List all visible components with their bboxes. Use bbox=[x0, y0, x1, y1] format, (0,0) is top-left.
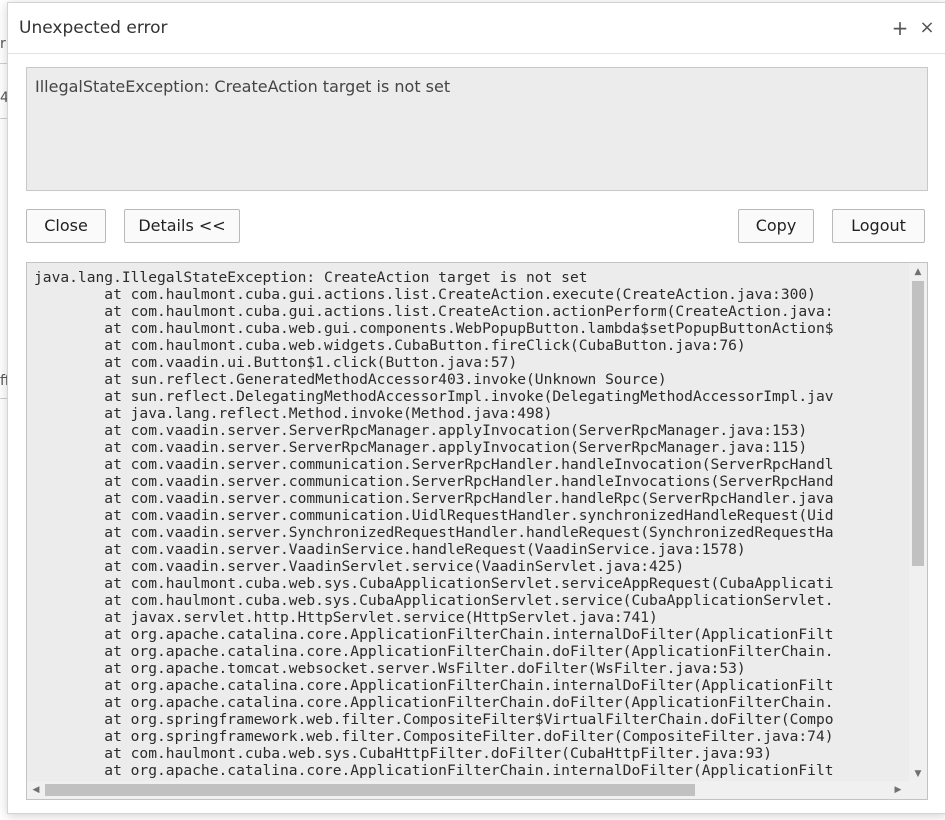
stacktrace-line: at com.haulmont.cuba.web.sys.CubaApplica… bbox=[34, 592, 834, 609]
stacktrace-line: at org.springframework.web.filter.Compos… bbox=[34, 711, 834, 728]
stacktrace-line: at java.lang.reflect.Method.invoke(Metho… bbox=[34, 405, 553, 422]
dialog-header[interactable]: Unexpected error + × bbox=[8, 3, 945, 54]
stacktrace-line: at org.apache.catalina.core.ApplicationF… bbox=[34, 762, 834, 779]
stacktrace-line: at sun.reflect.GeneratedMethodAccessor40… bbox=[34, 371, 667, 388]
error-message-box: IllegalStateException: CreateAction targ… bbox=[26, 67, 928, 191]
horizontal-scroll-thumb[interactable] bbox=[45, 784, 695, 796]
vertical-scroll-thumb[interactable] bbox=[912, 281, 924, 566]
error-dialog: Unexpected error + × IllegalStateExcepti… bbox=[7, 2, 945, 814]
stacktrace-line: at com.vaadin.server.SynchronizedRequest… bbox=[34, 524, 834, 541]
stacktrace-line: at com.vaadin.server.VaadinService.handl… bbox=[34, 541, 746, 558]
stacktrace-line: at org.springframework.web.filter.Compos… bbox=[34, 728, 834, 745]
stacktrace-line: at com.vaadin.server.communication.Serve… bbox=[34, 473, 834, 490]
arrow-left-icon[interactable]: ◀ bbox=[29, 781, 43, 799]
stacktrace-line: at org.apache.catalina.core.ApplicationF… bbox=[34, 694, 834, 711]
stacktrace-line: at org.apache.catalina.core.ApplicationF… bbox=[34, 626, 834, 643]
stacktrace-line: at com.vaadin.server.communication.Serve… bbox=[34, 490, 834, 507]
stacktrace-area[interactable]: java.lang.IllegalStateException: CreateA… bbox=[26, 262, 928, 800]
stacktrace-line: at sun.reflect.DelegatingMethodAccessorI… bbox=[34, 388, 834, 405]
arrow-down-icon[interactable]: ▼ bbox=[909, 767, 927, 781]
stacktrace-line: at com.vaadin.server.communication.UidlR… bbox=[34, 507, 834, 524]
stacktrace-line: at com.vaadin.server.communication.Serve… bbox=[34, 456, 834, 473]
copy-button[interactable]: Copy bbox=[738, 209, 814, 243]
stacktrace-line: at com.vaadin.server.ServerRpcManager.ap… bbox=[34, 422, 808, 439]
stacktrace-line: at org.apache.tomcat.websocket.server.Ws… bbox=[34, 660, 746, 677]
stacktrace-line: at com.haulmont.cuba.gui.actions.list.Cr… bbox=[34, 286, 816, 303]
logout-button[interactable]: Logout bbox=[832, 209, 925, 243]
stacktrace-line: at com.haulmont.cuba.web.widgets.CubaBut… bbox=[34, 337, 746, 354]
stacktrace-line: at com.haulmont.cuba.web.sys.CubaHttpFil… bbox=[34, 745, 773, 762]
stacktrace-viewport[interactable]: java.lang.IllegalStateException: CreateA… bbox=[27, 263, 909, 781]
stacktrace-line: at com.vaadin.server.VaadinServlet.servi… bbox=[34, 558, 685, 575]
stacktrace-line: at org.apache.catalina.core.ApplicationF… bbox=[34, 643, 834, 660]
stacktrace-text[interactable]: java.lang.IllegalStateException: CreateA… bbox=[27, 263, 909, 779]
stacktrace-line: at com.vaadin.server.ServerRpcManager.ap… bbox=[34, 439, 808, 456]
horizontal-scrollbar[interactable]: ◀ ▶ bbox=[27, 781, 909, 799]
details-button[interactable]: Details << bbox=[124, 209, 240, 243]
stacktrace-line: at javax.servlet.http.HttpServlet.servic… bbox=[34, 609, 658, 626]
close-button[interactable]: Close bbox=[26, 209, 106, 243]
scrollbar-corner bbox=[909, 781, 927, 799]
stacktrace-line: at com.haulmont.cuba.web.sys.CubaApplica… bbox=[34, 575, 834, 592]
arrow-up-icon[interactable]: ▲ bbox=[909, 265, 927, 279]
close-icon[interactable]: × bbox=[916, 15, 938, 41]
dialog-title: Unexpected error bbox=[19, 18, 168, 38]
stacktrace-line: at com.haulmont.cuba.gui.actions.list.Cr… bbox=[34, 303, 834, 320]
stacktrace-line: at com.vaadin.ui.Button$1.click(Button.j… bbox=[34, 354, 518, 371]
vertical-scrollbar[interactable]: ▲ ▼ bbox=[909, 263, 927, 781]
arrow-right-icon[interactable]: ▶ bbox=[891, 781, 905, 799]
maximize-icon[interactable]: + bbox=[889, 15, 911, 41]
stacktrace-line: at com.haulmont.cuba.web.gui.components.… bbox=[34, 320, 834, 337]
error-message: IllegalStateException: CreateAction targ… bbox=[35, 77, 451, 96]
stacktrace-line: at org.apache.catalina.core.ApplicationF… bbox=[34, 677, 834, 694]
stacktrace-line: java.lang.IllegalStateException: CreateA… bbox=[34, 269, 588, 286]
